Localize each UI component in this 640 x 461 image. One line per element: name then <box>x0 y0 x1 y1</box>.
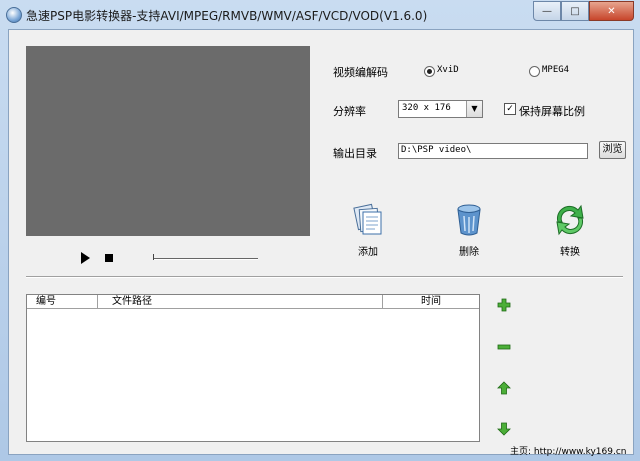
add-label: 添加 <box>358 247 378 258</box>
app-icon <box>6 7 22 23</box>
codec-xvid-radio[interactable] <box>424 66 435 77</box>
stop-icon[interactable] <box>105 254 113 262</box>
output-dir-value: D:\PSP video\ <box>401 145 472 155</box>
file-list-header: 编号 文件路径 时间 <box>27 295 479 309</box>
minimize-icon: — <box>542 5 552 17</box>
seek-slider[interactable] <box>153 258 258 260</box>
keep-ratio-label: 保持屏幕比例 <box>519 105 585 118</box>
close-icon: ✕ <box>607 5 616 17</box>
convert-button[interactable]: 转换 <box>540 202 600 258</box>
down-arrow-icon[interactable] <box>497 422 511 436</box>
keep-ratio-checkbox[interactable]: ✓ <box>504 103 516 115</box>
plus-icon[interactable] <box>497 298 511 312</box>
homepage-link[interactable]: 主页: http://www.ky169.cn <box>510 444 627 457</box>
delete-button[interactable]: 删除 <box>439 202 499 258</box>
window-title: 急速PSP电影转换器-支持AVI/MPEG/RMVB/WMV/ASF/VCD/V… <box>26 9 428 23</box>
maximize-icon: □ <box>570 5 580 17</box>
minimize-button[interactable]: — <box>533 1 561 21</box>
add-files-icon <box>353 203 382 235</box>
resolution-label: 分辨率 <box>333 105 366 118</box>
output-dir-label: 输出目录 <box>333 147 377 160</box>
delete-label: 删除 <box>459 247 479 258</box>
file-list[interactable]: 编号 文件路径 时间 <box>26 294 480 442</box>
codec-xvid-label: XviD <box>437 65 459 75</box>
trash-icon <box>457 204 481 236</box>
codec-label: 视频编解码 <box>333 66 388 79</box>
codec-mpeg4-label: MPEG4 <box>542 65 570 75</box>
close-button[interactable]: ✕ <box>589 1 634 21</box>
column-header-time[interactable]: 时间 <box>383 295 479 308</box>
resolution-select[interactable]: 320 x 176 ▼ <box>398 100 483 118</box>
app-window: 急速PSP电影转换器-支持AVI/MPEG/RMVB/WMV/ASF/VCD/V… <box>0 0 640 461</box>
window-controls: — □ ✕ <box>533 1 634 21</box>
chevron-down-icon[interactable]: ▼ <box>466 101 482 117</box>
column-header-path[interactable]: 文件路径 <box>98 295 383 308</box>
resolution-value: 320 x 176 <box>402 103 451 113</box>
main-panel: 视频编解码 XviD MPEG4 分辨率 320 x 176 ▼ ✓ 保持屏幕比… <box>8 29 634 457</box>
separator <box>26 276 623 278</box>
seek-thumb[interactable] <box>153 254 154 260</box>
title-bar[interactable]: 急速PSP电影转换器-支持AVI/MPEG/RMVB/WMV/ASF/VCD/V… <box>0 0 640 28</box>
minus-icon[interactable] <box>497 340 511 354</box>
output-dir-input[interactable]: D:\PSP video\ <box>398 143 588 159</box>
convert-label: 转换 <box>560 247 580 258</box>
add-button[interactable]: 添加 <box>338 202 398 258</box>
up-arrow-icon[interactable] <box>497 381 511 395</box>
convert-icon <box>556 204 584 236</box>
browse-button[interactable]: 浏览 <box>599 141 626 159</box>
column-header-number[interactable]: 编号 <box>27 295 98 308</box>
video-preview <box>26 46 310 236</box>
play-icon[interactable] <box>81 252 90 264</box>
maximize-button[interactable]: □ <box>561 1 589 21</box>
codec-mpeg4-radio[interactable] <box>529 66 540 77</box>
